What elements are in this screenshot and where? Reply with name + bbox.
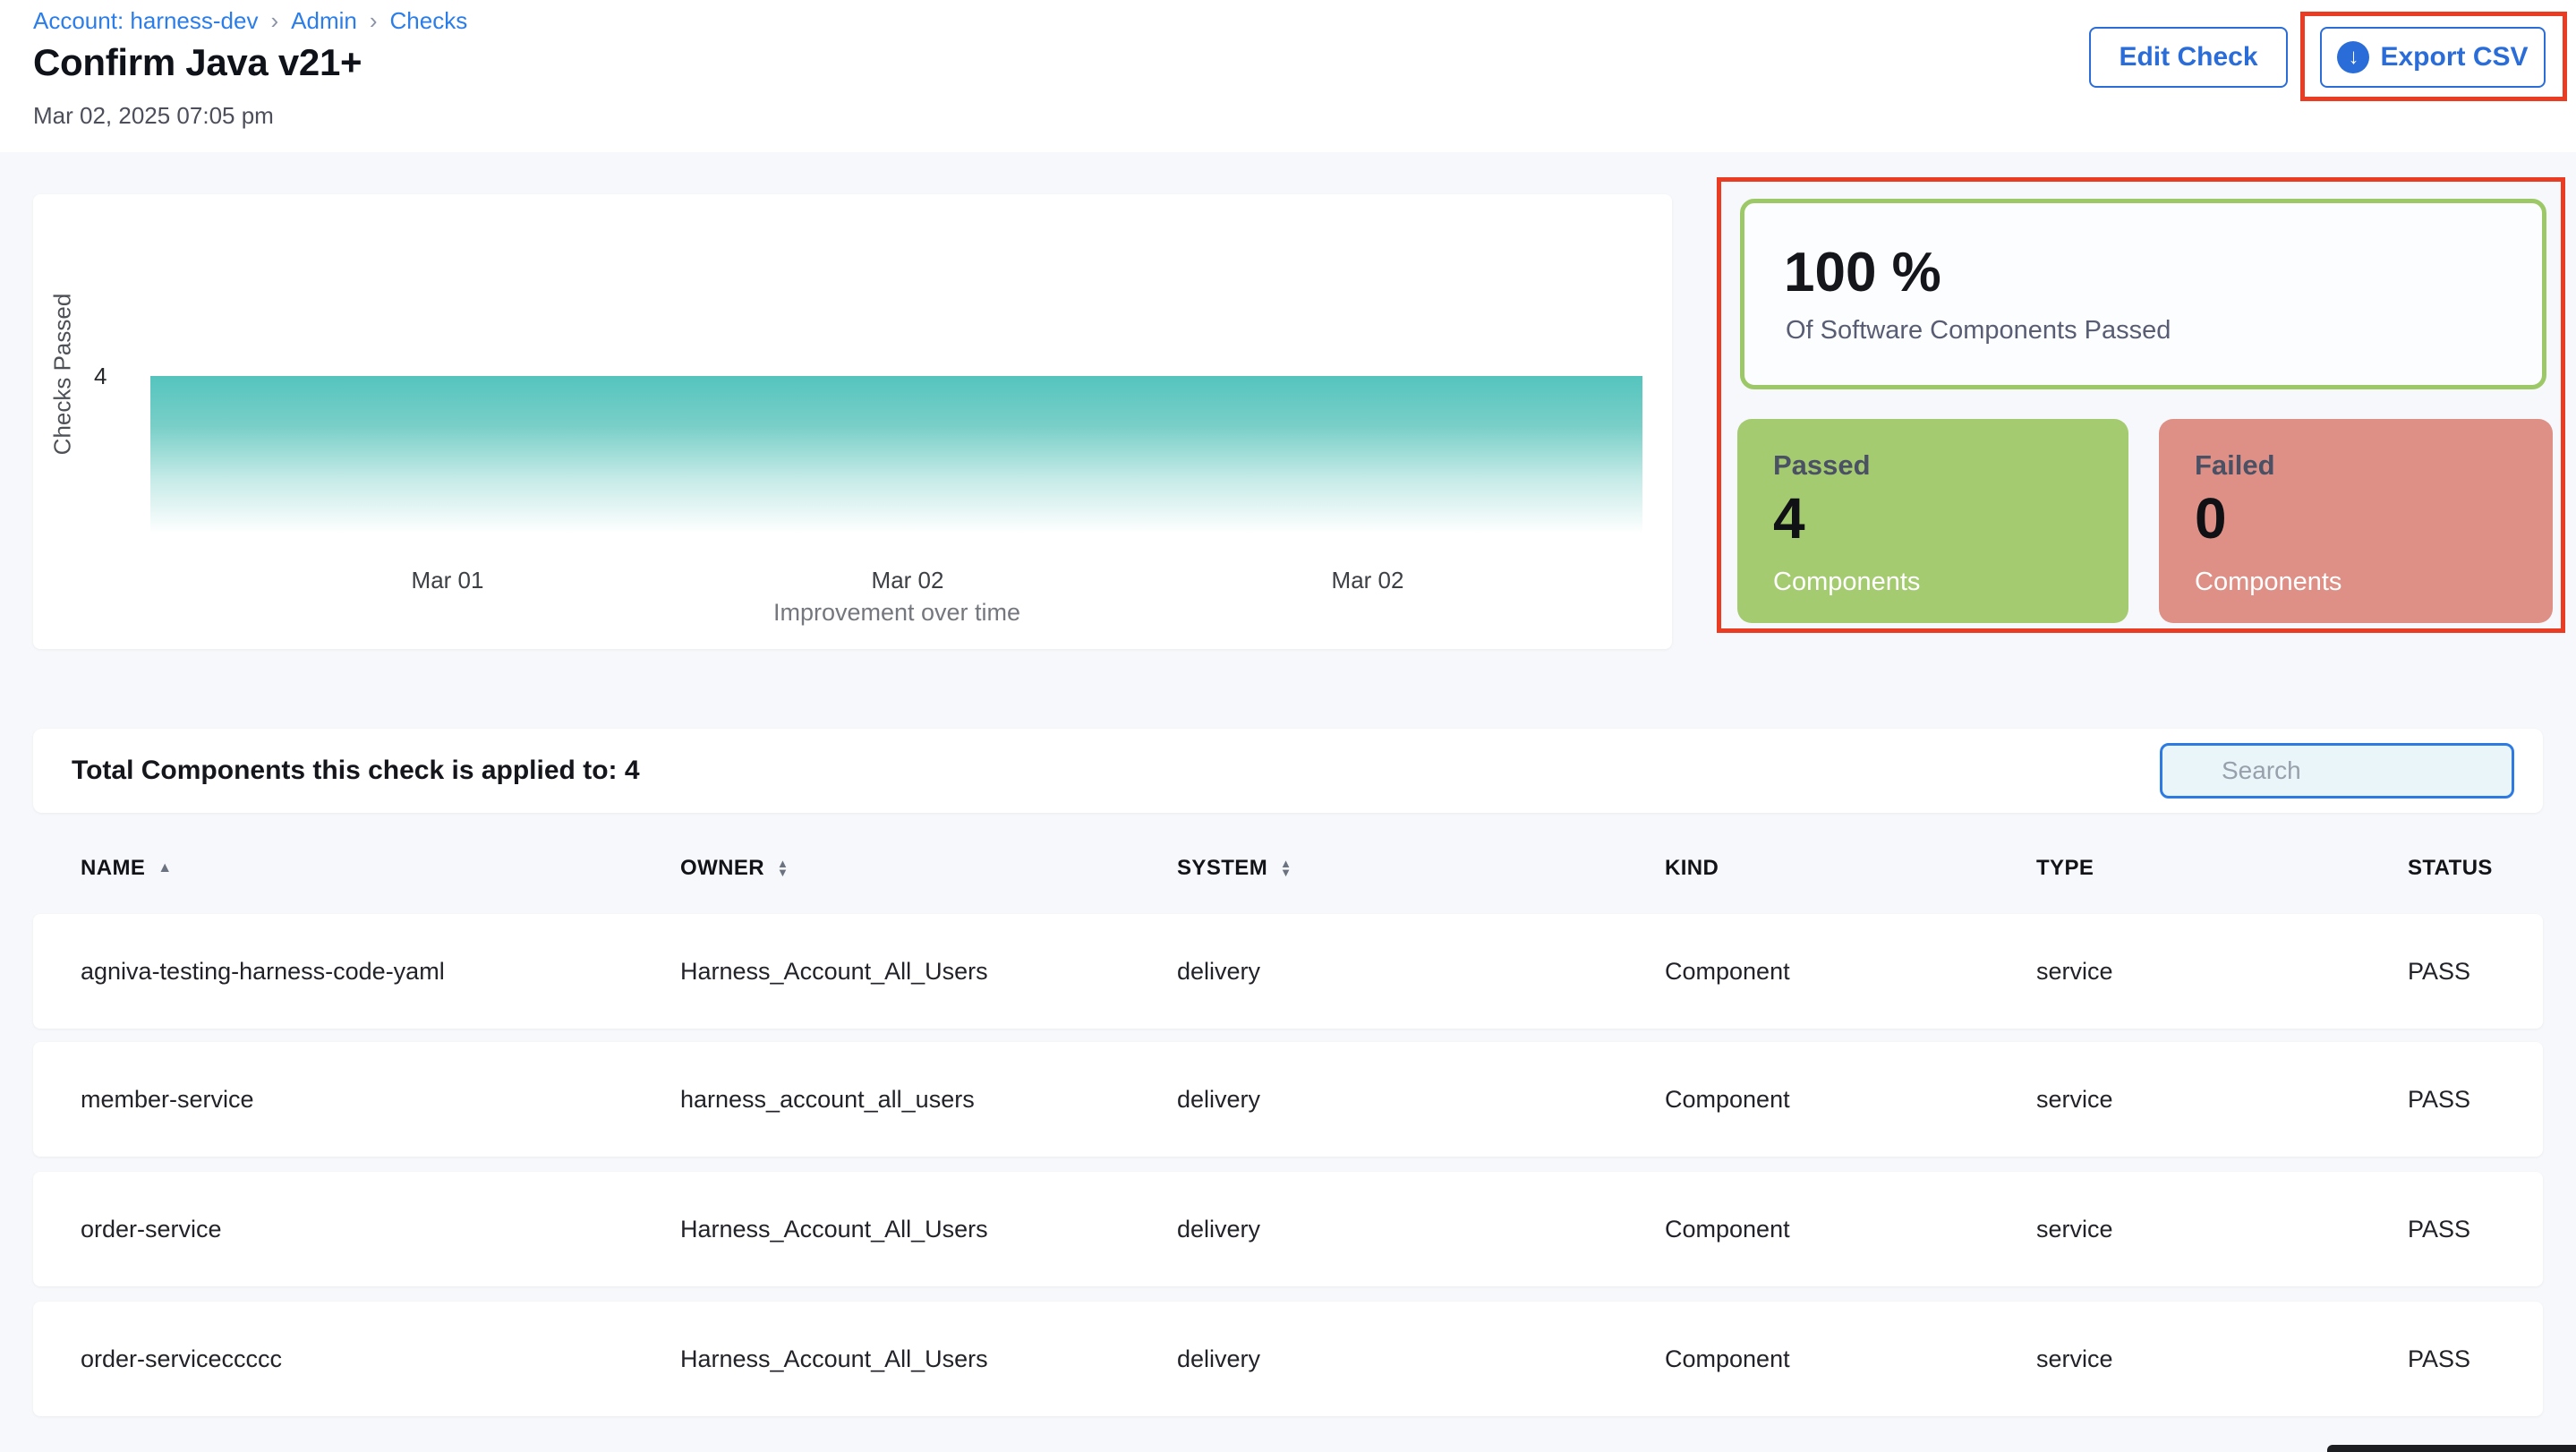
cell-name: order-serviceccccc <box>81 1345 680 1373</box>
chart-x-tick: Mar 02 <box>1332 567 1404 594</box>
total-components-bar: Total Components this check is applied t… <box>33 729 2543 813</box>
cell-system: delivery <box>1177 1216 1665 1243</box>
cell-status: PASS <box>2408 958 2543 986</box>
cell-kind: Component <box>1665 1345 2036 1373</box>
column-header-name[interactable]: NAME ▲ <box>81 856 680 881</box>
breadcrumb: Account: harness-dev › Admin › Checks <box>33 7 467 35</box>
area-series-checks-passed <box>150 376 1642 534</box>
cell-kind: Component <box>1665 958 2036 986</box>
column-header-system[interactable]: SYSTEM ▲▼ <box>1177 856 1665 881</box>
download-icon: ↓ <box>2337 41 2369 73</box>
column-label: NAME <box>81 856 145 881</box>
percent-passed-value: 100 % <box>1784 241 1941 304</box>
column-header-kind: KIND <box>1665 856 2036 881</box>
table-header-row: NAME ▲ OWNER ▲▼ SYSTEM ▲▼ KIND TYPE STAT… <box>33 843 2543 893</box>
cell-type: service <box>2036 1216 2408 1243</box>
sort-icon: ▲▼ <box>777 859 789 877</box>
search-input[interactable] <box>2160 743 2514 799</box>
cell-owner: Harness_Account_All_Users <box>680 1345 1177 1373</box>
cell-status: PASS <box>2408 1086 2543 1114</box>
percent-passed-card: 100 % Of Software Components Passed <box>1740 199 2546 389</box>
page-header: Account: harness-dev › Admin › Checks Co… <box>0 0 2576 152</box>
chevron-right-icon: › <box>370 7 378 35</box>
cell-owner: Harness_Account_All_Users <box>680 1216 1177 1243</box>
checks-passed-chart-card: Checks Passed 4 Mar 01 Mar 02 Mar 02 Imp… <box>33 194 1672 649</box>
failed-caption: Components <box>2195 568 2341 597</box>
search-box <box>2160 743 2514 799</box>
cell-name: order-service <box>81 1216 680 1243</box>
column-label: TYPE <box>2036 856 2094 881</box>
cell-name: member-service <box>81 1086 680 1114</box>
table-row[interactable]: member-service harness_account_all_users… <box>33 1042 2543 1157</box>
column-header-type: TYPE <box>2036 856 2408 881</box>
chart-y-axis-label: Checks Passed <box>49 294 77 456</box>
cell-kind: Component <box>1665 1086 2036 1114</box>
page-title: Confirm Java v21+ <box>33 41 362 84</box>
cell-type: service <box>2036 1086 2408 1114</box>
cell-owner: Harness_Account_All_Users <box>680 958 1177 986</box>
cell-system: delivery <box>1177 958 1665 986</box>
column-label: KIND <box>1665 856 1719 881</box>
chevron-right-icon: › <box>270 7 278 35</box>
breadcrumb-checks-link[interactable]: Checks <box>390 7 468 35</box>
table-row[interactable]: agniva-testing-harness-code-yaml Harness… <box>33 914 2543 1029</box>
column-label: SYSTEM <box>1177 856 1267 881</box>
column-label: OWNER <box>680 856 764 881</box>
cutoff-overlay-bar <box>2327 1445 2576 1452</box>
failed-components-card: Failed 0 Components <box>2159 419 2553 623</box>
percent-passed-caption: Of Software Components Passed <box>1786 316 2171 346</box>
cell-type: service <box>2036 1345 2408 1373</box>
passed-count: 4 <box>1773 485 1805 551</box>
cell-system: delivery <box>1177 1345 1665 1373</box>
cell-status: PASS <box>2408 1345 2543 1373</box>
chart-x-tick: Mar 01 <box>412 567 484 594</box>
failed-count: 0 <box>2195 485 2227 551</box>
sort-icon: ▲▼ <box>1280 859 1292 877</box>
cell-name: agniva-testing-harness-code-yaml <box>81 958 680 986</box>
export-csv-button[interactable]: ↓ Export CSV <box>2320 27 2546 88</box>
cell-status: PASS <box>2408 1216 2543 1243</box>
chart-y-tick: 4 <box>94 363 107 390</box>
column-header-owner[interactable]: OWNER ▲▼ <box>680 856 1177 881</box>
failed-label: Failed <box>2195 449 2275 482</box>
cell-type: service <box>2036 958 2408 986</box>
chart-x-tick: Mar 02 <box>872 567 944 594</box>
passed-components-card: Passed 4 Components <box>1737 419 2128 623</box>
breadcrumb-account-link[interactable]: Account: harness-dev <box>33 7 258 35</box>
check-timestamp: Mar 02, 2025 07:05 pm <box>33 102 274 130</box>
edit-check-label: Edit Check <box>2119 42 2257 73</box>
table-row[interactable]: order-service Harness_Account_All_Users … <box>33 1172 2543 1286</box>
breadcrumb-admin-link[interactable]: Admin <box>291 7 357 35</box>
chart-x-axis-title: Improvement over time <box>773 599 1020 627</box>
column-label: STATUS <box>2408 856 2493 881</box>
table-row[interactable]: order-serviceccccc Harness_Account_All_U… <box>33 1302 2543 1416</box>
cell-owner: harness_account_all_users <box>680 1086 1177 1114</box>
column-header-status: STATUS <box>2408 856 2543 881</box>
edit-check-button[interactable]: Edit Check <box>2089 27 2288 88</box>
cell-system: delivery <box>1177 1086 1665 1114</box>
sort-ascending-icon: ▲ <box>158 861 172 875</box>
export-csv-label: Export CSV <box>2380 42 2528 73</box>
passed-caption: Components <box>1773 568 1920 597</box>
cell-kind: Component <box>1665 1216 2036 1243</box>
total-components-label: Total Components this check is applied t… <box>72 729 640 813</box>
passed-label: Passed <box>1773 449 1871 482</box>
